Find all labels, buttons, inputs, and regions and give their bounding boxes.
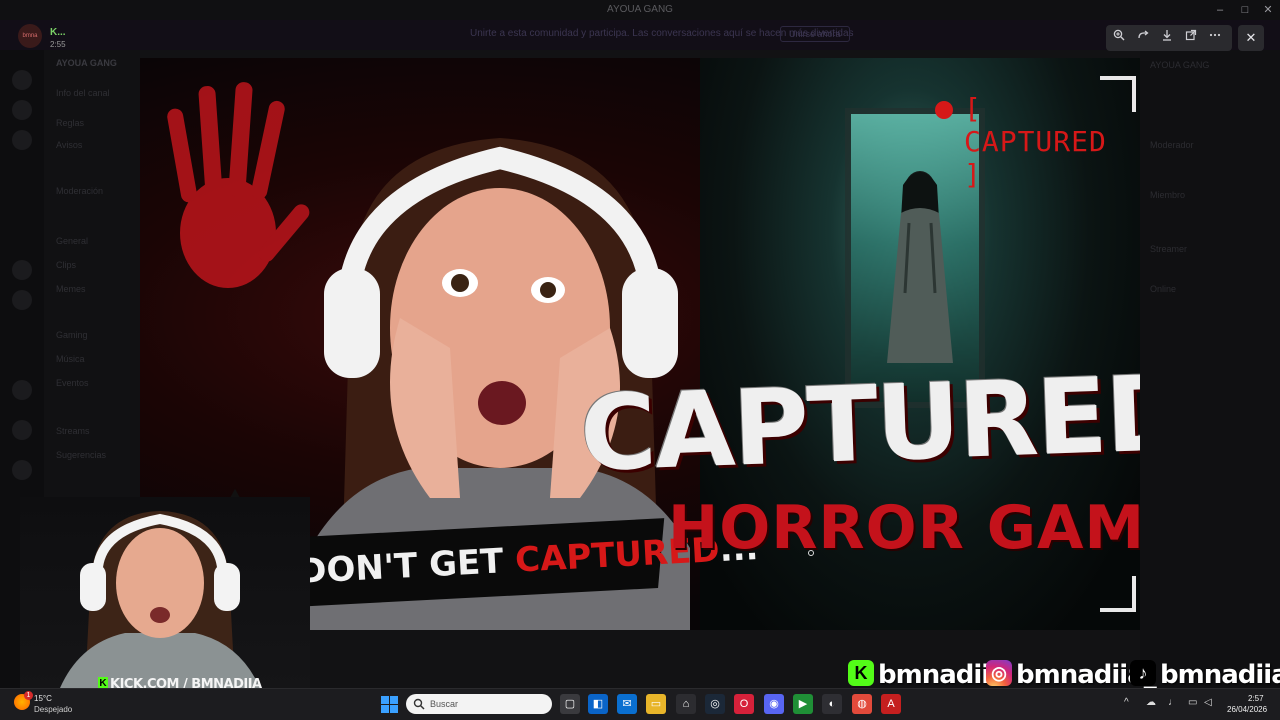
snipping-icon[interactable]: ⌂: [676, 694, 696, 714]
channel-item[interactable]: Reglas: [56, 118, 84, 128]
media-player-icon[interactable]: ▶: [793, 694, 813, 714]
network-icon[interactable]: ▭: [1188, 697, 1197, 708]
taskbar: [0, 688, 1280, 720]
discord-icon[interactable]: ◉: [764, 694, 784, 714]
channel-item[interactable]: Memes: [56, 284, 86, 294]
task-view-icon[interactable]: ▢: [560, 694, 580, 714]
viewfinder-corner: [1100, 576, 1136, 612]
server-icon[interactable]: [12, 260, 32, 280]
taskbar-search[interactable]: [406, 694, 552, 714]
channel-item[interactable]: Streams: [56, 426, 90, 436]
mouse-cursor: [808, 550, 814, 556]
more-icon[interactable]: [1204, 25, 1226, 51]
channel-item[interactable]: Info del canal: [56, 88, 110, 98]
opera-icon[interactable]: O: [734, 694, 754, 714]
record-dot: [935, 101, 953, 119]
viewfinder-corner: [1100, 76, 1136, 112]
weather-description[interactable]: Despejado: [34, 705, 72, 714]
file-explorer-icon[interactable]: ▭: [646, 694, 666, 714]
channel-item[interactable]: Sugerencias: [56, 450, 106, 460]
onedrive-icon[interactable]: ☁: [1146, 697, 1156, 708]
server-name: AYOUA GANG: [56, 58, 117, 68]
channel-item[interactable]: Eventos: [56, 378, 89, 388]
acrobat-icon[interactable]: A: [881, 694, 901, 714]
search-icon: [413, 698, 425, 710]
server-icon[interactable]: [12, 380, 32, 400]
store-icon[interactable]: ◧: [588, 694, 608, 714]
rotate-icon[interactable]: [1132, 25, 1154, 51]
channel-item[interactable]: Música: [56, 354, 85, 364]
steam-icon[interactable]: ◎: [705, 694, 725, 714]
server-icon[interactable]: [12, 70, 32, 90]
maximize-button[interactable]: □: [1233, 2, 1257, 18]
member-item[interactable]: Moderador: [1150, 140, 1194, 150]
webcam-person: [60, 511, 260, 688]
game-title: CAPTURED: [578, 351, 1140, 495]
channel-item[interactable]: General: [56, 236, 88, 246]
channel-item[interactable]: Gaming: [56, 330, 88, 340]
windows-start-icon[interactable]: [381, 696, 398, 713]
download-icon[interactable]: [1156, 25, 1178, 51]
microphone-icon[interactable]: ♩: [1168, 697, 1178, 708]
window-titlebar: AYOUA GANG – □ ✕: [0, 0, 1280, 20]
weather-temperature[interactable]: 15°C: [34, 694, 52, 703]
avatar[interactable]: bmna: [18, 24, 42, 48]
server-icon[interactable]: [12, 100, 32, 120]
instagram-icon: ◎: [986, 660, 1012, 686]
server-icon[interactable]: [12, 460, 32, 480]
volume-icon[interactable]: ◁: [1204, 697, 1212, 708]
channel-item[interactable]: Moderación: [56, 186, 103, 196]
open-external-icon[interactable]: [1180, 25, 1202, 51]
tiktok-icon: ♪: [1130, 660, 1156, 686]
clock-time[interactable]: 2:57: [1248, 694, 1264, 703]
kick-icon: K: [848, 660, 874, 686]
tiktok-handle: bmnadiia: [1160, 660, 1280, 690]
chevron-up-icon[interactable]: ^: [1124, 697, 1129, 708]
member-item[interactable]: Online: [1150, 284, 1176, 294]
ghost-figure: [887, 171, 953, 363]
member-item[interactable]: Miembro: [1150, 190, 1185, 200]
channel-item[interactable]: Avisos: [56, 140, 82, 150]
webcam-overlay: [20, 497, 310, 688]
zoom-in-icon[interactable]: [1108, 25, 1130, 51]
clock-date[interactable]: 26/04/2026: [1227, 705, 1267, 714]
channel-item[interactable]: Clips: [56, 260, 76, 270]
close-viewer-button[interactable]: ✕: [1238, 25, 1264, 51]
member-item[interactable]: Streamer: [1150, 244, 1187, 254]
notification-badge: 1: [24, 691, 33, 700]
outlook-icon[interactable]: ✉: [617, 694, 637, 714]
window-title: AYOUA GANG: [607, 4, 673, 15]
game-subtitle: HORROR GAME: [668, 493, 1140, 563]
minimize-button[interactable]: –: [1208, 2, 1232, 18]
close-window-button[interactable]: ✕: [1256, 2, 1280, 18]
server-icon[interactable]: [12, 130, 32, 150]
server-icon[interactable]: [12, 420, 32, 440]
search-placeholder: Buscar: [430, 699, 459, 709]
join-button[interactable]: Unirse ahora: [780, 26, 850, 42]
message-timestamp: 2:55: [50, 40, 66, 49]
chrome-icon[interactable]: ◍: [852, 694, 872, 714]
bloody-handprint: [167, 82, 310, 288]
server-icon[interactable]: [12, 290, 32, 310]
obs-icon[interactable]: ◐: [822, 694, 842, 714]
author-name[interactable]: K...: [50, 27, 66, 38]
member-item[interactable]: AYOUA GANG: [1150, 60, 1209, 70]
